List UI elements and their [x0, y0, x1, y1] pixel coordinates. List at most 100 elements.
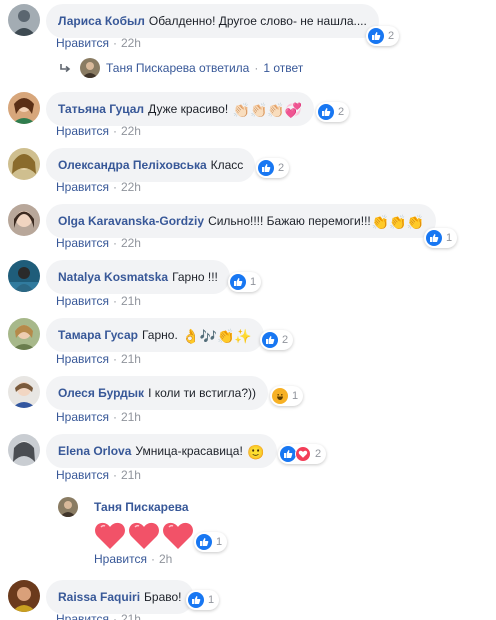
reaction-number: 2 [338, 106, 345, 118]
commenter-name[interactable]: Raissa Faquiri [58, 590, 140, 604]
like-reaction-icon [318, 104, 334, 120]
reaction-count[interactable]: 1 [186, 590, 220, 610]
heart-icon [95, 522, 125, 549]
reply-author: Таня Пискарева [106, 61, 196, 75]
avatar[interactable] [8, 580, 40, 612]
timestamp[interactable]: 22h [121, 36, 141, 50]
reaction-count[interactable]: 1 [228, 272, 262, 292]
like-reaction-icon [426, 230, 442, 246]
commenter-name[interactable]: Elena Orlova [58, 444, 131, 458]
comment-bubble: Natalya Kosmatska Гарно !!! [46, 260, 230, 294]
reaction-number: 2 [278, 162, 285, 174]
comment-bubble: Elena Orlova Умница-красавица! 🙂 [46, 434, 277, 468]
comment-meta: Нравится · 21h [56, 352, 141, 366]
reaction-count[interactable]: 1 [270, 386, 304, 406]
like-link[interactable]: Нравится [56, 236, 109, 250]
comment-text: Обалденно! Другое слово- не нашла.... [148, 14, 367, 28]
like-reaction-icon [258, 160, 274, 176]
avatar [80, 58, 100, 78]
reaction-count[interactable]: 2 [366, 26, 400, 46]
reaction-count[interactable]: 2 [256, 158, 290, 178]
comment-bubble: Татьяна Гуцал Дуже красиво! 👏🏻👏🏻👏🏻💞 [46, 92, 315, 126]
like-link[interactable]: Нравится [56, 612, 109, 620]
comment-text: Класс [210, 158, 244, 172]
comment-meta: Нравится · 22h [56, 124, 141, 138]
comment-text: Гарно. [141, 328, 178, 342]
comment-meta: Нравится · 22h [56, 36, 141, 50]
comment-meta: Нравится · 21h [56, 410, 141, 424]
reaction-number: 1 [216, 536, 223, 548]
commenter-name[interactable]: Olga Karavanska-Gordziy [58, 214, 204, 228]
comment-text: Браво! [144, 590, 182, 604]
heart-icon [129, 522, 159, 549]
commenter-name[interactable]: Natalya Kosmatska [58, 270, 168, 284]
reply-author-name[interactable]: Таня Пискарева [94, 500, 189, 514]
reaction-count[interactable]: 2 [278, 444, 327, 464]
haha-reaction-icon [272, 388, 288, 404]
timestamp[interactable]: 2h [159, 552, 172, 566]
commenter-name[interactable]: Тамара Гусар [58, 328, 138, 342]
sticker-hearts [94, 520, 194, 550]
like-reaction-icon [188, 592, 204, 608]
commenter-name[interactable]: Олеся Бурдык [58, 386, 144, 400]
avatar[interactable] [58, 497, 78, 517]
like-reaction-icon [196, 534, 212, 550]
like-link[interactable]: Нравится [56, 410, 109, 424]
comment-bubble: Тамара Гусар Гарно. 👌🎶👏✨ [46, 318, 264, 352]
avatar[interactable] [8, 204, 40, 236]
like-link[interactable]: Нравится [56, 180, 109, 194]
like-reaction-icon [262, 332, 278, 348]
comment-text: І коли ти встигла?)) [148, 386, 256, 400]
emoji: 🙂 [247, 443, 265, 460]
avatar[interactable] [8, 434, 40, 466]
replies-summary[interactable]: Таня Пискарева ответила · 1 ответ [58, 58, 303, 78]
reaction-number: 2 [282, 334, 289, 346]
avatar[interactable] [8, 148, 40, 180]
reaction-count[interactable]: 1 [194, 532, 228, 552]
reaction-count[interactable]: 2 [316, 102, 350, 122]
like-reaction-icon [230, 274, 246, 290]
comment-bubble: Raissa Faquiri Браво! [46, 580, 194, 614]
emoji: 👏🏻👏🏻👏🏻💞 [232, 101, 303, 118]
like-link[interactable]: Нравится [56, 294, 109, 308]
reaction-number: 1 [208, 594, 215, 606]
reply-arrow-icon [60, 64, 71, 73]
heart-icon [163, 522, 193, 549]
comment-meta: Нравится · 21h [56, 612, 141, 620]
comment-text: Дуже красиво! [148, 102, 229, 116]
timestamp[interactable]: 22h [121, 124, 141, 138]
reaction-count[interactable]: 1 [424, 228, 458, 248]
commenter-name[interactable]: Татьяна Гуцал [58, 102, 144, 116]
commenter-name[interactable]: Олександра Пеліховська [58, 158, 207, 172]
like-link[interactable]: Нравится [56, 468, 109, 482]
comment-meta: Нравится · 2h [94, 552, 173, 566]
timestamp[interactable]: 21h [121, 612, 141, 620]
timestamp[interactable]: 22h [121, 236, 141, 250]
reaction-number: 1 [292, 390, 299, 402]
timestamp[interactable]: 22h [121, 180, 141, 194]
avatar[interactable] [8, 4, 40, 36]
like-link[interactable]: Нравится [56, 36, 109, 50]
avatar[interactable] [8, 260, 40, 292]
timestamp[interactable]: 21h [121, 410, 141, 424]
emoji: 👏👏👏 [371, 213, 425, 230]
comment-bubble: Лариса Кобыл Обалденно! Другое слово- не … [46, 4, 379, 38]
avatar[interactable] [8, 376, 40, 408]
commenter-name[interactable]: Лариса Кобыл [58, 14, 145, 28]
comment-meta: Нравится · 21h [56, 468, 141, 482]
reaction-count[interactable]: 2 [260, 330, 294, 350]
like-link[interactable]: Нравится [56, 352, 109, 366]
timestamp[interactable]: 21h [121, 294, 141, 308]
timestamp[interactable]: 21h [121, 468, 141, 482]
avatar[interactable] [8, 318, 40, 350]
reply-action: ответила [199, 61, 250, 75]
timestamp[interactable]: 21h [121, 352, 141, 366]
comment-meta: Нравится · 22h [56, 236, 141, 250]
like-link[interactable]: Нравится [94, 552, 147, 566]
comment-bubble: Olga Karavanska-Gordziy Сильно!!!! Бажаю … [46, 204, 437, 238]
like-link[interactable]: Нравится [56, 124, 109, 138]
avatar[interactable] [8, 92, 40, 124]
comment-meta: Нравится · 21h [56, 294, 141, 308]
reaction-number: 1 [446, 232, 453, 244]
reaction-number: 1 [250, 276, 257, 288]
